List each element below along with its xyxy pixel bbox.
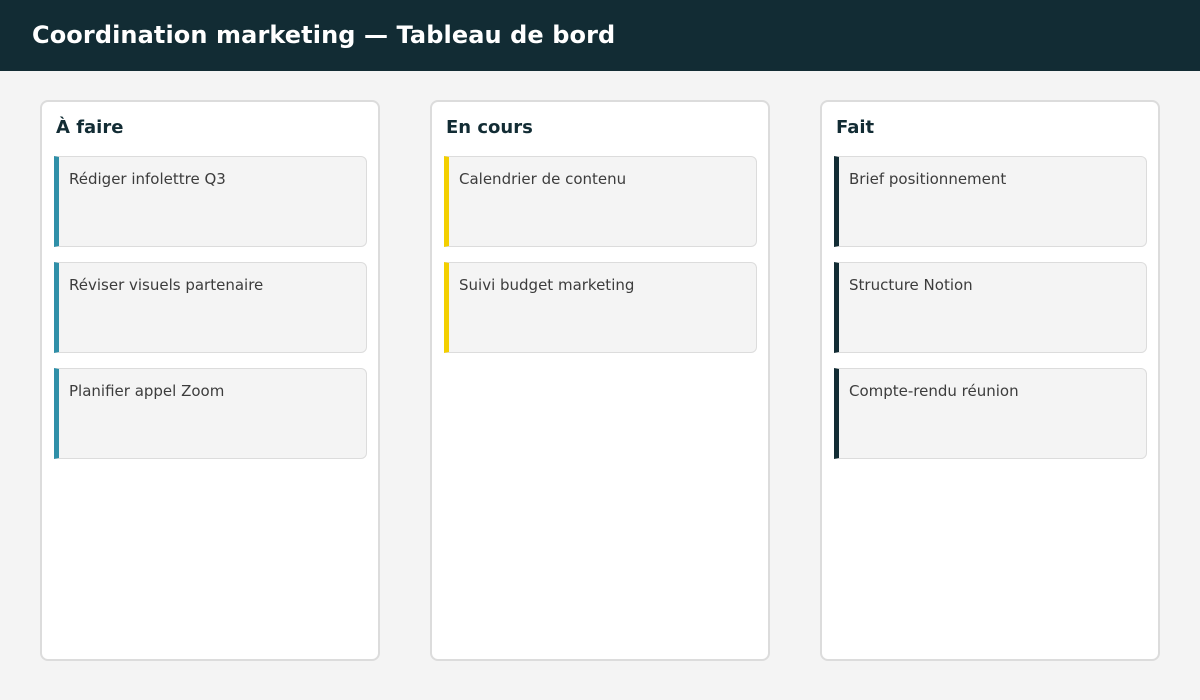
app-header: Coordination marketing — Tableau de bord [0, 0, 1200, 71]
task-card-label: Structure Notion [849, 276, 973, 294]
task-card-label: Compte-rendu réunion [849, 382, 1019, 400]
page-title: Coordination marketing — Tableau de bord [32, 21, 616, 49]
task-card-label: Suivi budget marketing [459, 276, 635, 294]
task-card-label: Rédiger infolettre Q3 [69, 170, 226, 188]
column-title-todo: À faire [56, 117, 124, 138]
task-card[interactable]: Structure Notion [834, 262, 1147, 353]
task-card[interactable]: Réviser visuels partenaire [54, 262, 367, 353]
task-card[interactable]: Suivi budget marketing [444, 262, 757, 353]
task-card-label: Calendrier de contenu [459, 170, 627, 188]
column-todo: À faire Rédiger infolettre Q3 Réviser vi… [40, 100, 380, 661]
task-card-label: Planifier appel Zoom [69, 382, 225, 400]
task-card[interactable]: Calendrier de contenu [444, 156, 757, 247]
task-card[interactable]: Brief positionnement [834, 156, 1147, 247]
task-card-label: Brief positionnement [849, 170, 1007, 188]
column-in-progress: En cours Calendrier de contenu Suivi bud… [430, 100, 770, 661]
column-title-done: Fait [836, 117, 875, 138]
task-card[interactable]: Planifier appel Zoom [54, 368, 367, 459]
task-card[interactable]: Rédiger infolettre Q3 [54, 156, 367, 247]
column-done: Fait Brief positionnement Structure Noti… [820, 100, 1160, 661]
column-title-in-progress: En cours [446, 117, 533, 138]
task-card-label: Réviser visuels partenaire [69, 276, 264, 294]
task-card[interactable]: Compte-rendu réunion [834, 368, 1147, 459]
